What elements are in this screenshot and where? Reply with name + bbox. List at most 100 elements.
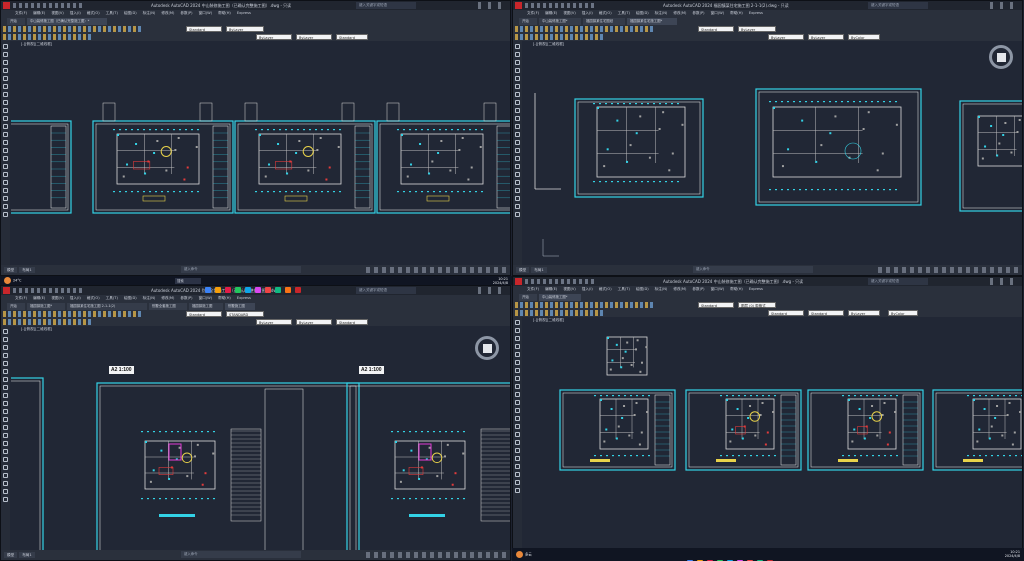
weather-widget[interactable]: 多云 <box>516 551 532 558</box>
tool-icon[interactable] <box>515 328 520 333</box>
tool-icon[interactable] <box>3 337 8 342</box>
tool-icon[interactable] <box>515 472 520 477</box>
toolbar-icons[interactable] <box>3 26 143 32</box>
menu-item[interactable]: 文件(F) <box>15 11 27 15</box>
menu-item[interactable]: 文件(F) <box>527 287 539 291</box>
menu-item[interactable]: 修改(M) <box>161 296 174 300</box>
command-line[interactable]: 键入命令 <box>181 551 301 558</box>
dropdown-select[interactable]: Standard <box>698 26 734 32</box>
file-tab[interactable]: 中山装修施工图* <box>539 294 581 301</box>
file-tab[interactable]: 福园镇某住宅图纸 <box>583 18 625 25</box>
tool-icon[interactable] <box>515 376 520 381</box>
tool-icon[interactable] <box>515 480 520 485</box>
viewcube-face[interactable] <box>483 344 492 353</box>
dropdown-select[interactable]: Standard <box>186 311 222 317</box>
menu-item[interactable]: 工具(T) <box>106 11 118 15</box>
command-line[interactable]: 键入命令 <box>181 266 301 273</box>
menu-item[interactable]: 文件(F) <box>15 296 27 300</box>
tool-icon[interactable] <box>3 377 8 382</box>
tool-icon[interactable] <box>3 369 8 374</box>
taskbar-app-icon[interactable] <box>215 287 221 293</box>
taskbar-app-icon[interactable] <box>275 287 281 293</box>
tool-icon[interactable] <box>3 100 8 105</box>
autocad-logo-icon[interactable] <box>515 278 522 285</box>
dropdown-select[interactable]: ByLayer <box>296 319 332 325</box>
tool-icon[interactable] <box>3 401 8 406</box>
menu-item[interactable]: 绘图(D) <box>636 287 649 291</box>
menu-item[interactable]: 帮助(H) <box>730 287 743 291</box>
tool-icon[interactable] <box>3 425 8 430</box>
tool-icon[interactable] <box>3 433 8 438</box>
menu-item[interactable]: 编辑(E) <box>33 11 45 15</box>
file-tab[interactable]: 中山装修施工图（已确认完整施工图）* <box>27 18 107 25</box>
tool-icon[interactable] <box>3 140 8 145</box>
tool-icon[interactable] <box>3 457 8 462</box>
tool-icon[interactable] <box>3 196 8 201</box>
tool-icon[interactable] <box>515 140 520 145</box>
taskbar-app-icon[interactable] <box>295 287 301 293</box>
file-tab[interactable]: 中山装修施工图* <box>539 18 581 25</box>
dropdown-select[interactable]: ByColor <box>848 34 880 40</box>
drawing-canvas[interactable] <box>523 41 1022 264</box>
dropdown-select[interactable]: ByLayer <box>768 34 804 40</box>
tool-icon[interactable] <box>3 116 8 121</box>
toolbar-icons[interactable] <box>515 26 655 32</box>
drawing-canvas[interactable] <box>523 317 1022 549</box>
dropdown-select[interactable]: ByLayer <box>256 34 292 40</box>
system-clock[interactable]: 10:21 2024/4/8 <box>1005 550 1020 558</box>
menu-item[interactable]: 视图(V) <box>563 11 575 15</box>
tool-icon[interactable] <box>3 329 8 334</box>
taskbar-app-icon[interactable] <box>285 287 291 293</box>
tool-icon[interactable] <box>515 464 520 469</box>
viewport-label[interactable]: [-][俯视][二维线框] <box>533 318 564 323</box>
file-tab[interactable]: 福园镇某住宅施工图* <box>627 18 677 25</box>
menu-item[interactable]: 插入(I) <box>70 296 81 300</box>
menu-item[interactable]: 窗口(W) <box>711 11 725 15</box>
tool-icon[interactable] <box>515 440 520 445</box>
tool-icon[interactable] <box>3 44 8 49</box>
menu-item[interactable]: 编辑(E) <box>545 287 557 291</box>
search-input[interactable]: 键入关键字或短语 <box>356 287 416 294</box>
menu-item[interactable]: 窗口(W) <box>199 11 213 15</box>
layer-icons[interactable] <box>3 319 93 325</box>
menu-item[interactable]: Express <box>237 11 251 15</box>
tool-icon[interactable] <box>3 441 8 446</box>
layout-tab[interactable]: 布局1 <box>19 267 35 273</box>
weather-widget[interactable]: 24°C <box>4 277 21 284</box>
quick-access-toolbar[interactable] <box>13 288 83 293</box>
tool-icon[interactable] <box>515 384 520 389</box>
layer-icons[interactable] <box>515 34 605 40</box>
tool-icon[interactable] <box>3 132 8 137</box>
window-controls[interactable] <box>990 278 1020 285</box>
taskbar-app-icon[interactable] <box>225 287 231 293</box>
tool-icon[interactable] <box>515 188 520 193</box>
viewport-label[interactable]: [-][俯视][二维线框] <box>21 42 52 47</box>
menu-item[interactable]: 修改(M) <box>673 11 686 15</box>
menu-item[interactable]: 插入(I) <box>582 11 593 15</box>
taskbar-app-icon[interactable] <box>265 287 271 293</box>
dropdown-select[interactable]: ByLayer <box>226 26 264 32</box>
tool-icon[interactable] <box>3 52 8 57</box>
file-tab[interactable]: 开始 <box>519 18 537 25</box>
dropdown-select[interactable]: ByLayer <box>296 34 332 40</box>
dropdown-select[interactable]: Standard <box>768 310 804 316</box>
tool-icon[interactable] <box>515 100 520 105</box>
menu-item[interactable]: 视图(V) <box>563 287 575 291</box>
tool-icon[interactable] <box>3 156 8 161</box>
tool-icon[interactable] <box>3 449 8 454</box>
dropdown-select[interactable]: ByLayer <box>256 319 292 325</box>
drawing-canvas[interactable]: A2 1:100 A2 1:100 <box>11 326 510 551</box>
tool-icon[interactable] <box>515 448 520 453</box>
menu-item[interactable]: 文件(F) <box>527 11 539 15</box>
tool-icon[interactable] <box>515 108 520 113</box>
menu-item[interactable]: 编辑(E) <box>545 11 557 15</box>
quick-access-toolbar[interactable] <box>13 3 83 8</box>
file-tab[interactable]: 福园镇某住宅施工图 2-1-1(2) <box>67 303 147 310</box>
tool-icon[interactable] <box>515 344 520 349</box>
tool-icon[interactable] <box>515 172 520 177</box>
tool-icon[interactable] <box>3 393 8 398</box>
layer-icons[interactable] <box>515 310 605 316</box>
autocad-logo-icon[interactable] <box>3 287 10 294</box>
menu-item[interactable]: 格式(O) <box>87 296 100 300</box>
tool-icon[interactable] <box>515 92 520 97</box>
